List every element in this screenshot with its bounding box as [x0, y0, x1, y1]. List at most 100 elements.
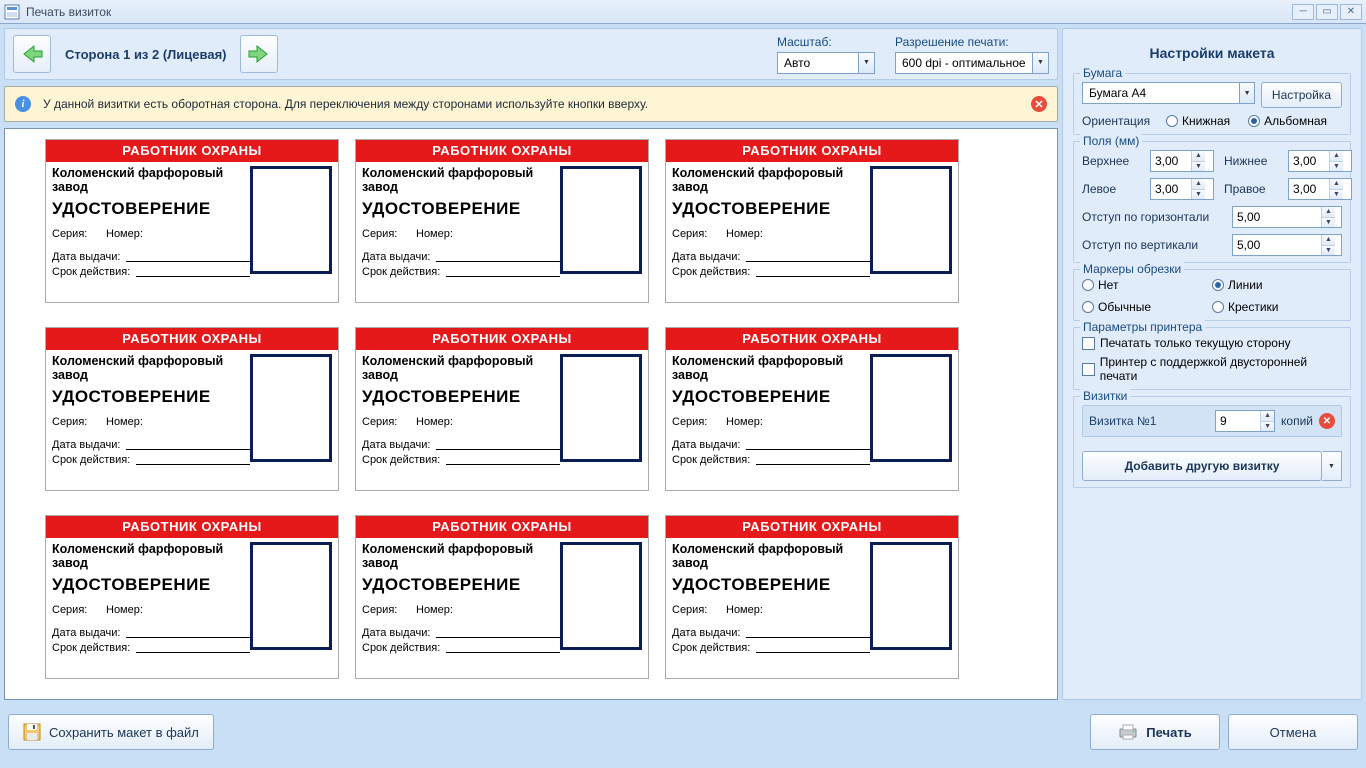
card-issued-label: Дата выдачи: — [672, 439, 740, 451]
card-company: Коломенский фарфоровый завод — [52, 166, 250, 194]
print-button[interactable]: Печать — [1090, 714, 1220, 750]
orientation-label: Ориентация — [1082, 114, 1160, 128]
card-valid-label: Срок действия: — [52, 642, 130, 654]
card-number-label: Номер: — [106, 228, 154, 240]
settings-panel: Настройки макета Бумага Бумага А4 ▼ Наст… — [1062, 28, 1362, 700]
paper-settings-button[interactable]: Настройка — [1261, 82, 1342, 108]
card-photo-box — [560, 354, 642, 462]
card-serial-label: Серия: — [52, 228, 100, 240]
dpi-dropdown[interactable]: 600 dpi - оптимальное ▼ — [895, 52, 1049, 74]
preview-card: РАБОТНИК ОХРАНЫ Коломенский фарфоровый за… — [665, 515, 959, 679]
margin-top-input[interactable]: ▲▼ — [1150, 150, 1214, 172]
crop-normal-radio[interactable]: Обычные — [1082, 300, 1212, 314]
margin-bottom-input[interactable]: ▲▼ — [1288, 150, 1352, 172]
preview-card: РАБОТНИК ОХРАНЫКоломенский фарфоровый за… — [45, 327, 339, 491]
card-number-label: Номер: — [106, 416, 154, 428]
card-issued-label: Дата выдачи: — [52, 439, 120, 451]
side-indicator: Сторона 1 из 2 (Лицевая) — [65, 47, 226, 62]
add-card-dropdown-arrow[interactable]: ▼ — [1322, 451, 1342, 481]
card-serial-label: Серия: — [672, 604, 720, 616]
cancel-button[interactable]: Отмена — [1228, 714, 1358, 750]
card-cert: УДОСТОВЕРЕНИЕ — [672, 199, 870, 219]
orientation-portrait-radio[interactable]: Книжная — [1166, 114, 1230, 128]
card-serial-label: Серия: — [672, 228, 720, 240]
margin-top-label: Верхнее — [1082, 154, 1140, 168]
hoffset-input[interactable]: ▲▼ — [1232, 206, 1342, 228]
crop-group: Маркеры обрезки Нет Линии Обычные Крести… — [1073, 269, 1351, 321]
card-copies-input[interactable]: ▲▼ — [1215, 410, 1275, 432]
cancel-label: Отмена — [1270, 725, 1317, 740]
card-cert: УДОСТОВЕРЕНИЕ — [672, 575, 870, 595]
duplex-printer-check[interactable]: Принтер с поддержкой двусторонней печати — [1082, 355, 1342, 383]
card-valid-label: Срок действия: — [672, 266, 750, 278]
card-item-label: Визитка №1 — [1089, 414, 1209, 428]
margins-group: Поля (мм) Верхнее ▲▼ Нижнее ▲▼ Левое ▲▼ … — [1073, 141, 1351, 263]
card-valid-label: Срок действия: — [672, 642, 750, 654]
print-current-side-check[interactable]: Печатать только текущую сторону — [1082, 336, 1291, 350]
dpi-label: Разрешение печати: — [895, 35, 1049, 49]
card-serial-label: Серия: — [362, 416, 410, 428]
card-valid-label: Срок действия: — [672, 454, 750, 466]
card-company: Коломенский фарфоровый завод — [52, 542, 250, 570]
card-valid-label: Срок действия: — [362, 642, 440, 654]
card-number-label: Номер: — [726, 228, 774, 240]
margins-group-label: Поля (мм) — [1080, 134, 1142, 148]
card-number-label: Номер: — [416, 416, 464, 428]
card-issued-label: Дата выдачи: — [52, 627, 120, 639]
card-valid-label: Срок действия: — [362, 266, 440, 278]
card-issued-label: Дата выдачи: — [362, 251, 430, 263]
card-serial-label: Серия: — [52, 416, 100, 428]
crop-none-radio[interactable]: Нет — [1082, 278, 1212, 292]
card-photo-box — [250, 354, 332, 462]
card-photo-box — [870, 166, 952, 274]
cards-group: Визитки Визитка №1 ▲▼ копий ✕ Добавить д… — [1073, 396, 1351, 488]
card-cert: УДОСТОВЕРЕНИЕ — [362, 199, 560, 219]
margin-left-label: Левое — [1082, 182, 1140, 196]
card-photo-box — [250, 166, 332, 274]
orientation-landscape-radio[interactable]: Альбомная — [1248, 114, 1327, 128]
scale-dropdown[interactable]: Авто ▼ — [777, 52, 875, 74]
preview-card: РАБОТНИК ОХРАНЫКоломенский фарфоровый за… — [355, 515, 649, 679]
next-side-button[interactable] — [240, 35, 278, 73]
save-layout-label: Сохранить макет в файл — [49, 725, 199, 740]
card-serial-label: Серия: — [52, 604, 100, 616]
save-layout-button[interactable]: Сохранить макет в файл — [8, 714, 214, 750]
crop-group-label: Маркеры обрезки — [1080, 262, 1184, 276]
crop-lines-radio[interactable]: Линии — [1212, 278, 1342, 292]
chevron-down-icon[interactable]: ▼ — [1240, 82, 1255, 104]
prev-side-button[interactable] — [13, 35, 51, 73]
close-info-icon[interactable]: ✕ — [1031, 96, 1047, 112]
add-card-button[interactable]: Добавить другую визитку — [1082, 451, 1322, 481]
card-issued-label: Дата выдачи: — [672, 627, 740, 639]
dpi-value: 600 dpi - оптимальное — [895, 52, 1033, 74]
voffset-input[interactable]: ▲▼ — [1232, 234, 1342, 256]
chevron-down-icon[interactable]: ▼ — [859, 52, 875, 74]
card-number-label: Номер: — [106, 604, 154, 616]
preview-card: РАБОТНИК ОХРАНЫКоломенский фарфоровый за… — [45, 515, 339, 679]
chevron-down-icon[interactable]: ▼ — [1033, 52, 1049, 74]
preview-card: РАБОТНИК ОХРАНЫКоломенский фарфоровый за… — [665, 327, 959, 491]
print-preview[interactable]: РАБОТНИК ОХРАНЫ Коломенский фарфоровый за… — [4, 128, 1058, 700]
close-button[interactable]: ✕ — [1340, 4, 1362, 20]
card-issued-label: Дата выдачи: — [362, 627, 430, 639]
card-company: Коломенский фарфоровый завод — [672, 354, 870, 382]
delete-card-icon[interactable]: ✕ — [1319, 413, 1335, 429]
card-valid-label: Срок действия: — [52, 266, 130, 278]
card-company: Коломенский фарфоровый завод — [52, 354, 250, 382]
paper-value: Бумага А4 — [1082, 82, 1240, 104]
paper-dropdown[interactable]: Бумага А4 ▼ — [1082, 82, 1255, 108]
preview-card: РАБОТНИК ОХРАНЫКоломенский фарфоровый за… — [355, 139, 649, 303]
crop-crosses-radio[interactable]: Крестики — [1212, 300, 1342, 314]
margin-left-input[interactable]: ▲▼ — [1150, 178, 1214, 200]
card-cert: УДОСТОВЕРЕНИЕ — [52, 575, 250, 595]
margin-right-input[interactable]: ▲▼ — [1288, 178, 1352, 200]
info-text: У данной визитки есть оборотная сторона.… — [43, 97, 648, 111]
minimize-button[interactable]: ─ — [1292, 4, 1314, 20]
card-company: Коломенский фарфоровый завод — [672, 542, 870, 570]
titlebar: Печать визиток ─ ▭ ✕ — [0, 0, 1366, 24]
card-item-row: Визитка №1 ▲▼ копий ✕ — [1082, 405, 1342, 437]
maximize-button[interactable]: ▭ — [1316, 4, 1338, 20]
printer-group: Параметры принтера Печатать только текущ… — [1073, 327, 1351, 390]
card-cert: УДОСТОВЕРЕНИЕ — [52, 387, 250, 407]
card-header: РАБОТНИК ОХРАНЫ — [666, 516, 958, 538]
